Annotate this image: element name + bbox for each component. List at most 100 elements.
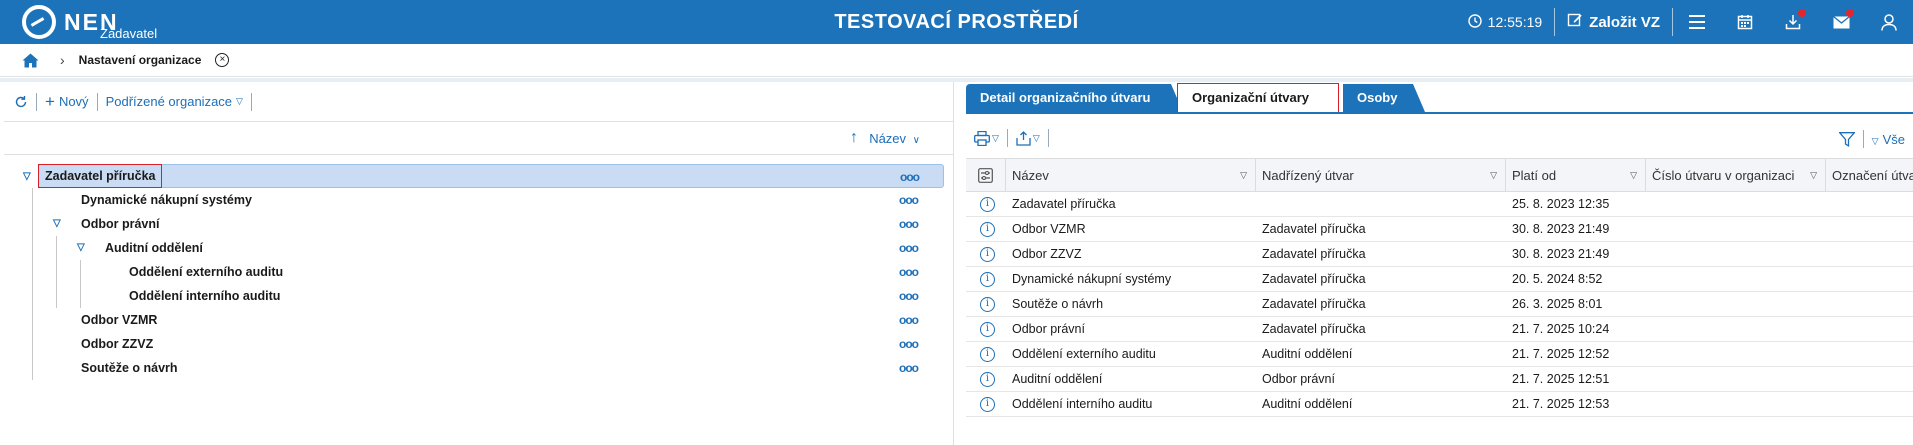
tree-node[interactable]: ▽ Auditní oddělení ooo [4,236,954,260]
table-row[interactable]: i Soutěže o návrh Zadavatel příručka 26. 3.… [966,292,1913,317]
print-dropdown[interactable]: ▽ [974,130,999,146]
calendar-button[interactable] [1721,0,1769,44]
filter-controls: ▽ Vše [1838,130,1905,148]
cell-valid-from: 21. 7. 2025 12:53 [1512,397,1610,411]
column-settings-cell[interactable] [966,159,1006,192]
org-tree: ▽ Zadavatel příručka ooo Dynamické nákup… [4,164,954,380]
info-icon[interactable]: i [980,272,995,287]
filter-caret-icon[interactable]: ▽ [1490,159,1497,192]
filter-dropdown[interactable]: ▽ Vše [1872,132,1905,147]
export-dropdown[interactable]: ▽ [1016,130,1040,146]
filter-caret-icon[interactable]: ▽ [1630,159,1637,192]
info-icon[interactable]: i [980,322,995,337]
caret-down-icon: ▽ [1032,132,1040,143]
tree-node[interactable]: Soutěže o návrh ooo [4,356,954,380]
info-icon[interactable]: i [980,222,995,237]
clock-time: 12:55:19 [1487,14,1543,30]
table-row[interactable]: i Odbor ZZVZ Zadavatel příručka 30. 8. 2023… [966,242,1913,267]
refresh-button[interactable] [14,95,28,109]
tab-unit-detail[interactable]: Detail organizačního útvaru [966,84,1171,112]
more-actions-icon[interactable]: ooo [900,165,920,189]
toolbar-divider [1006,129,1008,147]
more-actions-icon[interactable]: ooo [899,188,919,212]
mail-icon [1832,15,1850,28]
home-button[interactable] [22,53,42,68]
more-actions-icon[interactable]: ooo [899,284,919,308]
caret-down-icon: ▽ [992,132,999,143]
table-row[interactable]: i Odbor VZMR Zadavatel příručka 30. 8. 2023… [966,217,1913,242]
table-row[interactable]: i Odbor právní Zadavatel příručka 21. 7. 20… [966,317,1913,342]
column-header-parent[interactable]: Nadřízený útvar ▽ [1256,159,1506,192]
tree-node[interactable]: Dynamické nákupní systémy ooo [4,188,954,212]
tree-node-label: Oddělení externího auditu [129,265,284,279]
tab-persons[interactable]: Osoby [1343,84,1413,112]
more-actions-icon[interactable]: ooo [899,260,919,284]
info-icon[interactable]: i [980,297,995,312]
column-header-name[interactable]: Název ▽ [1006,159,1256,192]
filter-caret-icon[interactable]: ▽ [1240,159,1247,192]
new-button[interactable]: + Nový [45,93,89,110]
more-actions-icon[interactable]: ooo [899,236,919,260]
info-icon[interactable]: i [980,372,995,387]
logo-subtitle: Zadavatel [100,26,158,41]
menu-button[interactable] [1673,0,1721,44]
tree-node[interactable]: Odbor ZZVZ ooo [4,332,954,356]
subordinate-orgs-dropdown[interactable]: Podřízené organizace ▽ [106,94,243,109]
table-row[interactable]: i Zadavatel příručka 25. 8. 2023 12:35 [966,192,1913,217]
expanded-toggle-icon[interactable]: ▽ [77,236,85,260]
user-button[interactable] [1865,0,1913,44]
more-actions-icon[interactable]: ooo [899,356,919,380]
table-row[interactable]: i Dynamické nákupní systémy Zadavatel přír… [966,267,1913,292]
info-icon[interactable]: i [980,247,995,262]
filter-caret-icon[interactable]: ▽ [1810,159,1817,192]
export-icon [1016,130,1031,146]
cell-name: Oddělení interního auditu [1012,397,1153,411]
sort-field-dropdown[interactable]: Název ∨ [869,131,920,146]
chevron-right-icon: › [60,52,65,68]
info-icon[interactable]: i [980,347,995,362]
org-units-grid: Název ▽ Nadřízený útvar ▽ Platí od ▽ Čís… [966,158,1913,417]
mail-button[interactable] [1817,0,1865,44]
create-tender-button[interactable]: Založit VZ [1555,0,1672,44]
cell-name: Dynamické nákupní systémy [1012,272,1172,286]
info-icon[interactable]: i [980,397,995,412]
calendar-icon [1737,15,1753,30]
column-header-valid-from[interactable]: Platí od ▽ [1506,159,1646,192]
close-icon[interactable]: × [215,53,230,67]
top-bar: NEN Zadavatel TESTOVACÍ PROSTŘEDÍ 12:55:… [0,0,1913,44]
cell-parent: Zadavatel příručka [1262,222,1366,236]
more-actions-icon[interactable]: ooo [899,212,919,236]
cell-valid-from: 21. 7. 2025 12:52 [1512,347,1610,361]
tree-toolbar: + Nový Podřízené organizace ▽ [4,82,954,122]
table-row[interactable]: i Oddělení interního auditu Auditní odděle… [966,392,1913,417]
more-actions-icon[interactable]: ooo [899,332,919,356]
toolbar-divider [1862,130,1864,148]
filter-icon[interactable] [1838,131,1855,147]
clock-icon [1467,13,1482,31]
table-row[interactable]: i Oddělení externího auditu Auditní odděle… [966,342,1913,367]
tab-org-units[interactable]: Organizační útvary [1177,83,1339,113]
tree-node[interactable]: Odbor VZMR ooo [4,308,954,332]
tree-node[interactable]: Oddělení externího auditu ooo [4,260,954,284]
tree-node[interactable]: ▽ Zadavatel příručka ooo [23,164,944,189]
more-actions-icon[interactable]: ooo [899,308,919,332]
expanded-toggle-icon[interactable]: ▽ [53,212,61,236]
tree-node-label: Oddělení interního auditu [129,289,281,303]
download-button[interactable] [1769,0,1817,44]
info-icon[interactable]: i [980,197,995,212]
expanded-toggle-icon[interactable]: ▽ [23,165,31,189]
column-header-unit-mark[interactable]: Označení útvaru [1826,159,1913,192]
table-row[interactable]: i Auditní oddělení Odbor právní 21. 7. 2025… [966,367,1913,392]
edit-icon [1567,12,1583,32]
cell-name: Soutěže o návrh [1012,297,1104,311]
tab-label: Osoby [1357,90,1398,105]
tree-node[interactable]: Oddělení interního auditu ooo [4,284,954,308]
cell-parent: Zadavatel příručka [1262,272,1366,286]
tab-bar: Detail organizačního útvaru Organizační … [966,82,1913,114]
sort-ascending-icon[interactable]: ↑ [850,129,858,147]
column-header-unit-number[interactable]: Číslo útvaru v organizaci ▽ [1646,159,1826,192]
chevron-down-icon: ∨ [912,135,920,146]
tree-node-label: Dynamické nákupní systémy [81,193,252,207]
tree-node[interactable]: ▽ Odbor právní ooo [4,212,954,236]
sort-bar: ↑ Název ∨ [4,123,954,155]
